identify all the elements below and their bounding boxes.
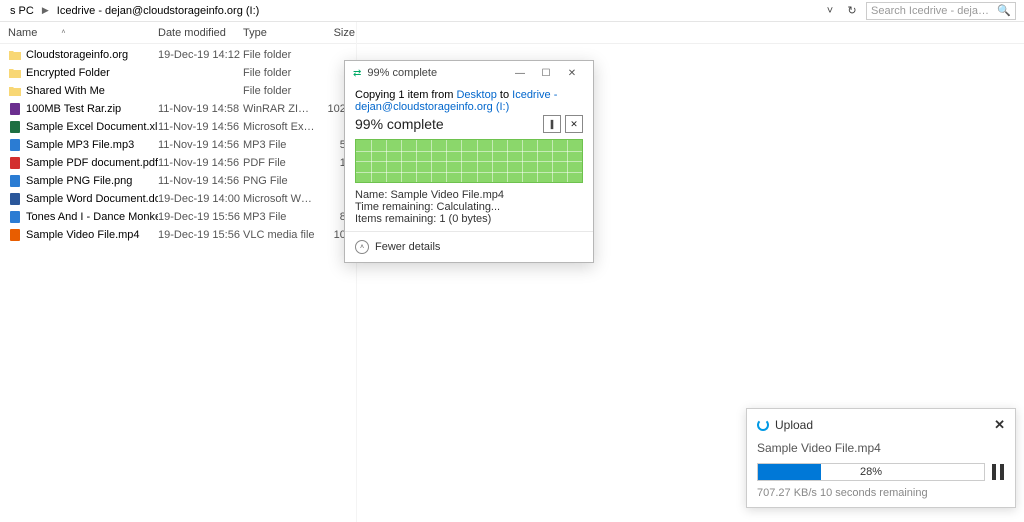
- file-name: Encrypted Folder: [26, 67, 110, 79]
- copy-percent: 99% complete: [355, 116, 444, 132]
- file-icon: [8, 102, 22, 116]
- column-type[interactable]: Type: [243, 27, 315, 39]
- upload-pause-button[interactable]: [991, 464, 1005, 480]
- sort-asc-icon: ˄: [61, 29, 65, 36]
- spinner-icon: [757, 419, 769, 431]
- file-icon: [8, 138, 22, 152]
- file-type: Microsoft Excel W...: [243, 121, 315, 133]
- file-type: File folder: [243, 49, 315, 61]
- file-date: 19-Dec-19 14:12: [158, 49, 243, 61]
- copy-name-line: Name: Sample Video File.mp4: [355, 189, 583, 201]
- upload-popup: Upload ✕ Sample Video File.mp4 28% 707.2…: [746, 408, 1016, 508]
- column-date[interactable]: Date modified: [158, 27, 243, 39]
- upload-status: 707.27 KB/s 10 seconds remaining: [757, 487, 1005, 499]
- copy-dialog-title: 99% complete: [367, 67, 437, 79]
- file-icon: [8, 156, 22, 170]
- copy-prefix: Copying 1 item from: [355, 89, 456, 101]
- file-date: 19-Dec-19 15:56: [158, 211, 243, 223]
- file-type: MP3 File: [243, 211, 315, 223]
- file-date: 11-Nov-19 14:56: [158, 139, 243, 151]
- upload-header: Upload ✕: [757, 417, 1005, 433]
- file-date: 11-Nov-19 14:56: [158, 175, 243, 187]
- file-date: 19-Dec-19 15:56: [158, 229, 243, 241]
- file-icon: [8, 210, 22, 224]
- upload-filename: Sample Video File.mp4: [757, 441, 1005, 455]
- file-icon: [8, 84, 22, 98]
- maximize-button[interactable]: ☐: [533, 63, 559, 83]
- file-type: PNG File: [243, 175, 315, 187]
- breadcrumb[interactable]: s PC ▶ Icedrive - dejan@cloudstorageinfo…: [4, 3, 822, 19]
- refresh-icon[interactable]: ↻: [844, 3, 860, 19]
- column-name-label: Name: [8, 27, 37, 39]
- copy-from-to-line: Copying 1 item from Desktop to Icedrive …: [355, 89, 583, 113]
- file-icon: [8, 174, 22, 188]
- cancel-button[interactable]: ✕: [565, 115, 583, 133]
- copy-from-link[interactable]: Desktop: [456, 89, 496, 101]
- file-type: WinRAR ZIP archive: [243, 103, 315, 115]
- file-name: 100MB Test Rar.zip: [26, 103, 121, 115]
- file-type: VLC media file: [243, 229, 315, 241]
- pause-button[interactable]: ∥: [543, 115, 561, 133]
- copy-percent-line: 99% complete ∥ ✕: [355, 115, 583, 133]
- file-name: Sample MP3 File.mp3: [26, 139, 134, 151]
- file-type: File folder: [243, 85, 315, 97]
- chevron-up-icon: ˄: [355, 240, 369, 254]
- column-size[interactable]: Size: [315, 27, 355, 39]
- copy-dialog-body: Copying 1 item from Desktop to Icedrive …: [345, 85, 593, 231]
- copy-progress-bar: [355, 139, 583, 183]
- file-type: File folder: [243, 67, 315, 79]
- copy-dialog: ⇄ 99% complete — ☐ ✕ Copying 1 item from…: [344, 60, 594, 263]
- breadcrumb-root[interactable]: s PC: [4, 3, 40, 19]
- transfer-icon: ⇄: [353, 68, 361, 79]
- file-date: 19-Dec-19 14:00: [158, 193, 243, 205]
- copy-items-line: Items remaining: 1 (0 bytes): [355, 213, 583, 225]
- upload-progress-bar: 28%: [757, 463, 985, 481]
- file-name: Sample Video File.mp4: [26, 229, 140, 241]
- chevron-down-icon[interactable]: ˅: [822, 3, 838, 19]
- file-icon: [8, 120, 22, 134]
- copy-dialog-titlebar[interactable]: ⇄ 99% complete — ☐ ✕: [345, 61, 593, 85]
- file-name: Sample PDF document.pdf: [26, 157, 158, 169]
- file-type: MP3 File: [243, 139, 315, 151]
- upload-close-button[interactable]: ✕: [994, 417, 1005, 433]
- file-type: PDF File: [243, 157, 315, 169]
- file-icon: [8, 66, 22, 80]
- upload-progress-row: 28%: [757, 463, 1005, 481]
- column-headers: Name ˄ Date modified Type Size: [0, 22, 1024, 44]
- file-name: Shared With Me: [26, 85, 105, 97]
- close-button[interactable]: ✕: [559, 63, 585, 83]
- search-icon[interactable]: 🔍: [997, 4, 1011, 17]
- file-type: Microsoft Word D...: [243, 193, 315, 205]
- upload-title: Upload: [775, 418, 813, 432]
- file-icon: [8, 48, 22, 62]
- search-placeholder: Search Icedrive - dejan@clou...: [871, 5, 993, 17]
- file-date: 11-Nov-19 14:56: [158, 157, 243, 169]
- file-name: Cloudstorageinfo.org: [26, 49, 128, 61]
- file-date: 11-Nov-19 14:56: [158, 121, 243, 133]
- copy-to-word: to: [497, 89, 512, 101]
- fewer-details-toggle[interactable]: ˄ Fewer details: [345, 231, 593, 262]
- file-date: 11-Nov-19 14:58: [158, 103, 243, 115]
- minimize-button[interactable]: —: [507, 63, 533, 83]
- fewer-details-label: Fewer details: [375, 241, 440, 253]
- file-name: Sample PNG File.png: [26, 175, 132, 187]
- file-name: Sample Excel Document.xlsx: [26, 121, 158, 133]
- column-name[interactable]: Name ˄: [8, 27, 158, 39]
- file-icon: [8, 228, 22, 242]
- file-icon: [8, 192, 22, 206]
- address-bar-right: ˅ ↻ Search Icedrive - dejan@clou... 🔍: [822, 2, 1020, 20]
- file-name: Tones And I - Dance Monkey (Lyrics).mp3: [26, 211, 158, 223]
- upload-percent: 28%: [758, 464, 984, 480]
- address-bar: s PC ▶ Icedrive - dejan@cloudstorageinfo…: [0, 0, 1024, 22]
- search-input[interactable]: Search Icedrive - dejan@clou... 🔍: [866, 2, 1016, 20]
- file-name: Sample Word Document.docx: [26, 193, 158, 205]
- breadcrumb-location[interactable]: Icedrive - dejan@cloudstorageinfo.org (I…: [51, 3, 266, 19]
- chevron-right-icon: ▶: [42, 5, 49, 16]
- copy-time-line: Time remaining: Calculating...: [355, 201, 583, 213]
